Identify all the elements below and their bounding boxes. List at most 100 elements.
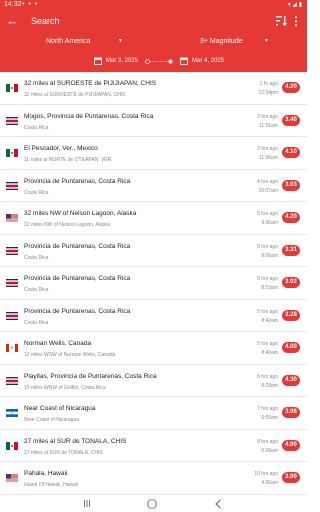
back-arrow-icon[interactable]: ←	[6, 13, 19, 29]
mexico-flag-icon	[6, 84, 18, 92]
event-time-ago: 5 hrs ago	[257, 211, 278, 217]
list-item[interactable]: Provincia de Puntarenas, Costa Rica Costa…	[0, 170, 307, 202]
status-time: 14:32	[4, 1, 22, 8]
event-time-ago: 6 hrs ago	[257, 373, 278, 380]
magnitude-badge: 4.30	[282, 374, 300, 386]
notification-icons: • • •	[22, 1, 39, 8]
magnitude-badge: 3.00	[282, 472, 300, 483]
event-detail: 11 miles al NORTE de OTEAPAN, VER	[24, 157, 112, 163]
more-options-icon[interactable]: ⋮	[290, 14, 302, 28]
list-item[interactable]: Playitas, Provincia de Puntarenas, Costa…	[0, 365, 307, 397]
list-item[interactable]: Near Coast of Nicaragua Near Coast of Nic…	[0, 397, 307, 430]
event-time: 10:07am	[258, 187, 278, 194]
magnitude-badge: 4.20	[282, 82, 300, 93]
event-time: 8:40am	[261, 350, 278, 356]
list-item[interactable]: 32 miles NW of Nelson Lagoon, Alaska 32 m…	[0, 202, 307, 235]
event-time-ago: 2 hrs ago	[257, 113, 278, 120]
system-icons: ▾ ◢ ▮	[287, 2, 302, 8]
magnitude-badge: 3.02	[282, 277, 300, 288]
event-detail: Costa Rica	[24, 319, 49, 326]
magnitude-dropdown[interactable]: 3+ Magnitude	[200, 38, 243, 45]
event-location: Pahala, Hawaii	[24, 470, 68, 477]
event-location: El Pescador, Ver., Mexico	[24, 145, 98, 152]
list-item[interactable]: 27 miles al SUR de TONALA, CHIS 27 miles …	[0, 430, 307, 462]
earthquake-list: 32 miles al SUROESTE de PIJIJIAPAN, CHIS…	[0, 72, 307, 496]
mexico-flag-icon	[6, 149, 18, 157]
magnitude-badge: 3.06	[282, 407, 300, 418]
calendar-icon[interactable]	[94, 57, 102, 65]
list-item[interactable]: Mogos, Provincia de Puntarenas, Costa Ri…	[0, 105, 307, 137]
navigation-bar	[0, 496, 307, 512]
event-location: Playitas, Provincia de Puntarenas, Costa…	[24, 372, 157, 380]
mexico-flag-icon	[6, 441, 18, 450]
start-date[interactable]: Mar 3, 2025	[106, 58, 138, 64]
costa-rica-flag-icon	[6, 376, 18, 385]
calendar-icon[interactable]	[180, 57, 188, 65]
page-title: Search	[31, 16, 60, 26]
event-location: Near Coast of Nicaragua	[24, 405, 96, 412]
sort-icon[interactable]	[276, 15, 287, 27]
event-location: 32 miles al SUROESTE de PIJIJIAPAN, CHIS	[24, 80, 157, 87]
usa-flag-icon	[6, 214, 18, 222]
event-time-ago: 7 hrs ago	[257, 406, 278, 412]
magnitude-badge: 3.31	[282, 244, 300, 256]
event-time: 9:36am	[261, 220, 278, 226]
event-detail: Costa Rica	[24, 287, 49, 293]
event-time: 6:28am	[261, 447, 278, 454]
nav-back-icon[interactable]	[214, 499, 222, 509]
event-location: Provincia de Puntarenas, Costa Rica	[24, 307, 131, 315]
event-time: 6:55am	[261, 415, 278, 421]
event-time: 11:36am	[258, 155, 278, 161]
magnitude-badge: 4.00	[282, 342, 300, 353]
status-bar: 14:32 • • • ▾ ◢ ▮	[0, 0, 307, 10]
event-time: 11:51am	[258, 122, 278, 129]
list-item[interactable]: El Pescador, Ver., Mexico 11 miles al NOR…	[0, 137, 307, 170]
event-time-ago: 1 hr ago	[259, 81, 278, 87]
event-detail: Costa Rica	[24, 254, 49, 261]
chevron-down-icon[interactable]: ▼	[118, 38, 123, 44]
region-dropdown[interactable]: North America	[46, 38, 90, 45]
event-location: 32 miles NW of Nelson Lagoon, Alaska	[24, 210, 137, 217]
event-detail: Island Of Hawaii, Hawaii	[24, 482, 79, 488]
magnitude-badge: 3.40	[282, 114, 300, 126]
event-location: 27 miles al SUR de TONALA, CHIS	[24, 437, 127, 445]
filter-bar: North America ▼ 3+ Magnitude ▼	[0, 34, 307, 51]
event-location: Provincia de Puntarenas, Costa Rica	[24, 275, 131, 282]
magnitude-badge: 4.00	[282, 439, 300, 451]
chevron-down-icon[interactable]: ▼	[264, 38, 269, 44]
usa-flag-icon	[6, 474, 18, 482]
event-time-ago: 5 hrs ago	[257, 276, 278, 282]
costa-rica-flag-icon	[6, 116, 18, 125]
magnitude-badge: 3.03	[282, 179, 300, 191]
list-item[interactable]: Provincia de Puntarenas, Costa Rica Costa…	[0, 300, 307, 332]
list-item[interactable]: Provincia de Puntarenas, Costa Rica Costa…	[0, 235, 307, 267]
nicaragua-flag-icon	[6, 409, 18, 417]
event-detail: 32 miles al SUROESTE de PIJIJIAPAN, CHIS	[24, 92, 126, 98]
recents-icon[interactable]	[84, 500, 90, 507]
event-time-ago: 5 hrs ago	[257, 243, 278, 250]
magnitude-badge: 3.28	[282, 309, 300, 321]
list-item[interactable]: 32 miles al SUROESTE de PIJIJIAPAN, CHIS…	[0, 72, 307, 105]
event-location: Provincia de Puntarenas, Costa Rica	[24, 177, 131, 185]
home-icon[interactable]	[147, 499, 157, 509]
range-connector-icon	[145, 59, 173, 64]
event-time-ago: 10 hrs ago	[254, 471, 278, 477]
end-date[interactable]: Mar 4, 2025	[192, 58, 224, 64]
event-time-ago: 5 hrs ago	[257, 341, 278, 347]
event-time: 8:29am	[261, 382, 278, 389]
event-location: Norman Wells, Canada	[24, 340, 92, 347]
event-detail: Near Coast of Nicaragua	[24, 417, 80, 423]
event-detail: Costa Rica	[24, 189, 49, 196]
costa-rica-flag-icon	[6, 279, 18, 287]
magnitude-badge: 4.10	[282, 147, 300, 158]
list-item[interactable]: Norman Wells, Canada 12 miles WSW of Norm…	[0, 332, 307, 365]
event-time: 8:53am	[261, 285, 278, 291]
list-item[interactable]: Pahala, Hawaii Island Of Hawaii, Hawaii 10…	[0, 462, 307, 495]
list-item[interactable]: Provincia de Puntarenas, Costa Rica Costa…	[0, 267, 307, 300]
canada-flag-icon	[6, 344, 18, 352]
date-range-bar: Mar 3, 2025 Mar 4, 2025	[0, 51, 307, 72]
event-detail: 12 miles WSW of Norman Wells, Canada	[24, 352, 116, 358]
event-detail: 32 miles NW of Nelson Lagoon, Alaska	[24, 222, 111, 228]
costa-rica-flag-icon	[6, 311, 18, 320]
event-time: 12:34pm	[258, 90, 278, 96]
